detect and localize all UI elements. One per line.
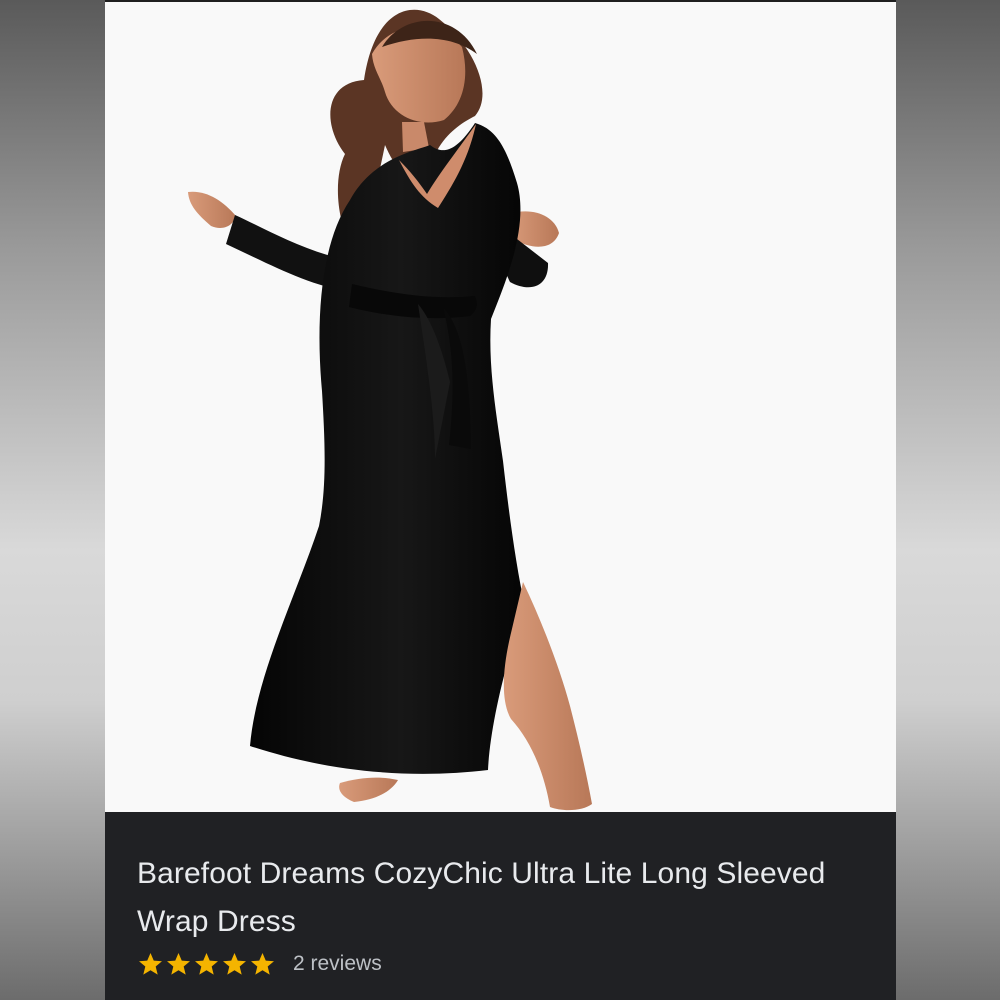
product-image[interactable] (105, 0, 896, 812)
product-card[interactable]: Barefoot Dreams CozyChic Ultra Lite Long… (105, 0, 896, 1000)
product-info-panel: Barefoot Dreams CozyChic Ultra Lite Long… (105, 812, 896, 1000)
left-background-blur (0, 0, 105, 1000)
five-star-rating (137, 951, 276, 978)
star-icon (195, 952, 218, 975)
model-wearing-black-wrap-dress-illustration (188, 9, 592, 811)
screenshot-canvas: Barefoot Dreams CozyChic Ultra Lite Long… (0, 0, 1000, 1000)
star-icon (139, 952, 162, 975)
product-rating[interactable]: 2 reviews (137, 948, 382, 980)
review-count[interactable]: 2 reviews (293, 948, 382, 980)
image-top-border (105, 0, 896, 2)
star-icon (167, 952, 190, 975)
right-background-blur (896, 0, 1000, 1000)
product-title[interactable]: Barefoot Dreams CozyChic Ultra Lite Long… (137, 850, 827, 946)
star-icon (223, 952, 246, 975)
star-icon (251, 952, 274, 975)
